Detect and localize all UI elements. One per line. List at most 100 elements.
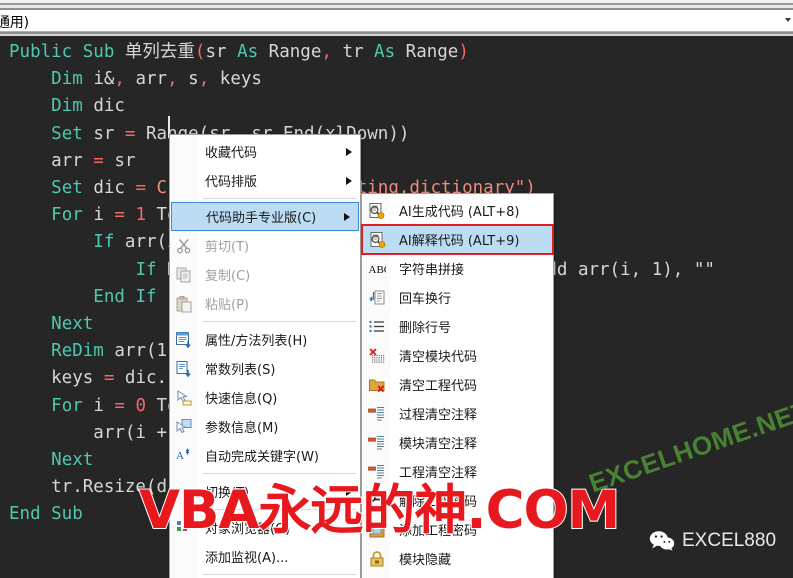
submenu-item[interactable]: AI生成代码 (ALT+8): [362, 196, 553, 225]
submenu-item-label: 解除工程密码: [399, 495, 478, 510]
svg-text:A: A: [176, 450, 184, 462]
brand-label: EXCEL880: [682, 530, 777, 551]
submenu-item[interactable]: 解除工程密码: [362, 486, 553, 515]
menu-separator: [203, 198, 356, 199]
submenu-item[interactable]: ABC 字符串拼接: [362, 254, 553, 283]
clear-module-code-icon: [368, 347, 386, 365]
code-line: Set sr = Range(sr, sr.End(xlDown)): [51, 123, 409, 144]
constants-list-icon: [175, 360, 193, 378]
context-menu-item[interactable]: 对象浏览器(O): [170, 513, 360, 542]
vbe-code-window: 通用) Public Sub 单列去重(sr As Range, tr As R…: [0, 0, 793, 578]
menu-separator: [203, 574, 356, 575]
context-menu-item-label: 切换(T): [205, 486, 250, 501]
submenu-item-label: 删除行号: [399, 321, 452, 336]
context-menu-item[interactable]: 添加监视(A)...: [170, 542, 360, 571]
submenu-item[interactable]: 清空模块代码: [362, 341, 553, 370]
clear-project-comments-icon: [368, 463, 386, 481]
object-browser-icon: [175, 519, 193, 537]
code-line: arr = sr: [9, 150, 136, 171]
copy-icon: [175, 266, 193, 284]
context-menu-item-label: 收藏代码: [205, 146, 258, 161]
menu-separator: [203, 473, 356, 474]
key-unlock-icon: [368, 492, 386, 510]
submenu-item[interactable]: 过程清空注释: [362, 399, 553, 428]
line-break-icon: [368, 289, 386, 307]
submenu-item[interactable]: 工程清空注释: [362, 457, 553, 486]
context-menu-item[interactable]: 参数信息(M): [170, 412, 360, 441]
properties-list-icon: [175, 331, 193, 349]
submenu-item[interactable]: 清空工程代码: [362, 370, 553, 399]
context-menu-item[interactable]: 代码助手专业版(C): [171, 202, 359, 231]
wechat-icon: [649, 531, 675, 551]
menu-separator: [203, 509, 356, 510]
code-line: Public Sub 单列去重(sr As Range, tr As Range…: [9, 42, 469, 62]
submenu-item-label: 清空模块代码: [399, 350, 478, 365]
context-menu-item-label: 快速信息(Q): [205, 392, 278, 407]
complete-word-icon: A: [175, 447, 193, 465]
key-lock-icon: [368, 521, 386, 539]
context-menu-item[interactable]: 切换(T): [170, 477, 360, 506]
submenu-item[interactable]: 添加工程密码: [362, 515, 553, 544]
remove-line-numbers-icon: [368, 318, 386, 336]
paste-icon: [175, 295, 193, 313]
context-menu-item[interactable]: A 自动完成关键字(W): [170, 441, 360, 470]
no-icon: [175, 483, 193, 501]
context-menu-item[interactable]: 快速信息(Q): [170, 383, 360, 412]
context-menu-item-label: 常数列表(S): [205, 363, 276, 378]
no-icon: [175, 143, 193, 161]
code-assistant-submenu[interactable]: AI生成代码 (ALT+8) AI解释代码 (ALT+9) ABC 字符串拼接回车换行…: [361, 193, 554, 578]
submenu-item[interactable]: 删除行号: [362, 312, 553, 341]
abc-icon: ABC: [368, 260, 392, 278]
submenu-arrow-icon: [346, 487, 352, 496]
submenu-item-label: AI解释代码 (ALT+9): [399, 234, 520, 249]
scissors-icon: [175, 237, 193, 255]
context-menu-item-label: 添加监视(A)...: [205, 551, 289, 566]
context-menu-item[interactable]: 属性/方法列表(H): [170, 325, 360, 354]
clear-module-comments-icon: [368, 434, 386, 452]
submenu-item[interactable]: AI解释代码 (ALT+9): [361, 224, 554, 255]
window-toolbar-area: 通用): [0, 0, 793, 36]
submenu-item-label: 回车换行: [399, 292, 452, 307]
context-menu-item-label: 属性/方法列表(H): [205, 334, 308, 349]
context-menu-item: 复制(C): [170, 260, 360, 289]
context-menu[interactable]: 收藏代码代码排版代码助手专业版(C) 剪切(T) 复制(C) 粘贴(P) 属性/方法列表…: [169, 134, 361, 578]
submenu-arrow-icon: [346, 176, 352, 185]
context-menu-item-label: 代码助手专业版(C): [206, 211, 317, 226]
context-menu-item-label: 复制(C): [205, 269, 251, 284]
submenu-item-label: 清空工程代码: [399, 379, 478, 394]
submenu-item[interactable]: 模块隐藏: [362, 544, 553, 573]
submenu-item-label: AI生成代码 (ALT+8): [399, 205, 520, 220]
no-icon: [175, 172, 193, 190]
context-menu-item[interactable]: 常数列表(S): [170, 354, 360, 383]
submenu-item[interactable]: 模块清空注释: [362, 428, 553, 457]
context-menu-item-label: 对象浏览器(O): [205, 522, 291, 537]
submenu-arrow-icon: [346, 147, 352, 156]
parameter-info-icon: [175, 418, 193, 436]
context-menu-item-label: 剪切(T): [205, 240, 250, 255]
no-icon: [177, 208, 195, 226]
code-line: Dim dic: [51, 96, 125, 117]
context-menu-item: 剪切(T): [170, 231, 360, 260]
submenu-item-label: 模块隐藏: [399, 553, 452, 568]
procedure-combobox[interactable]: 通用): [0, 10, 793, 32]
context-menu-item-label: 粘贴(P): [205, 298, 249, 313]
context-menu-item-label: 代码排版: [205, 175, 258, 190]
context-menu-item[interactable]: 代码排版: [170, 166, 360, 195]
submenu-arrow-icon: [344, 212, 350, 221]
chevron-down-icon[interactable]: [785, 18, 791, 22]
context-menu-item: 粘贴(P): [170, 289, 360, 318]
submenu-item[interactable]: 回车换行: [362, 283, 553, 312]
submenu-item-label: 过程清空注释: [399, 408, 478, 423]
submenu-item-label: 工程清空注释: [399, 466, 478, 481]
context-menu-item-label: 参数信息(M): [205, 421, 279, 436]
context-menu-item-label: 自动完成关键字(W): [205, 450, 319, 465]
submenu-item[interactable]: ±∫xy混淆加密: [362, 573, 553, 578]
clear-proc-comments-icon: [368, 405, 386, 423]
no-icon: [175, 548, 193, 566]
submenu-item-label: 字符串拼接: [399, 263, 465, 278]
menu-separator: [203, 321, 356, 322]
svg-text:ABC: ABC: [369, 264, 387, 276]
padlock-icon: [368, 550, 386, 568]
submenu-item-label: 添加工程密码: [399, 524, 478, 539]
context-menu-item[interactable]: 收藏代码: [170, 137, 360, 166]
